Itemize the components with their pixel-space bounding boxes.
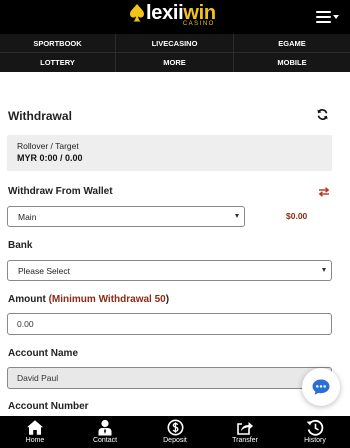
home-icon [27,420,43,435]
refresh-icon[interactable] [316,108,329,121]
nav-item-more[interactable]: MORE [116,53,234,72]
amount-input-value: 0.00 [17,319,34,329]
account-name-label: Account Name [8,348,79,359]
chat-button[interactable] [302,368,340,406]
logo-text-prefix: lexii [146,2,184,24]
spade-logo-icon [130,4,144,22]
nav-item-livecasino[interactable]: LIVECASINO [116,34,234,53]
bottom-nav-home-label: Home [25,437,45,444]
bottom-nav-deposit[interactable]: Deposit [140,416,210,448]
withdrawal-panel: Withdrawal Rollover / Target MYR 0:00 / … [0,72,350,416]
main-nav: SPORTBOOK LIVECASINO EGAME LOTTERY MORE … [0,34,350,72]
bottom-nav: Home Contact Deposit Transfer History [0,416,350,448]
transfer-icon [237,422,253,435]
bottom-nav-contact-label: Contact [92,437,118,444]
deposit-icon [167,419,183,436]
nav-item-egame[interactable]: EGAME [234,34,350,53]
rollover-label: Rollover / Target [17,141,79,151]
contact-icon [98,419,112,436]
rollover-box: Rollover / Target MYR 0:00 / 0.00 [7,135,332,171]
hamburger-menu-button[interactable] [316,10,340,24]
nav-item-lottery[interactable]: LOTTERY [0,53,116,72]
account-name-value: David Paul [17,373,59,383]
swap-arrows-icon[interactable] [318,187,330,197]
amount-label-text: Amount [8,294,46,305]
bottom-nav-history[interactable]: History [280,416,350,448]
bottom-nav-transfer[interactable]: Transfer [210,416,280,448]
nav-item-mobile[interactable]: MOBILE [234,53,350,72]
wallet-balance: $0.00 [286,211,308,221]
page-title: Withdrawal [8,109,72,123]
bank-label: Bank [8,240,33,251]
amount-input[interactable]: 0.00 [7,313,332,335]
wallet-label: Withdraw From Wallet [8,186,113,197]
logo-wordmark: lexiiwin CASINO [146,2,216,27]
bottom-nav-history-label: History [304,437,326,444]
bank-select-value: Please Select [18,265,70,276]
hamburger-menu-icon [316,11,331,23]
dropdown-arrow-icon [235,214,239,218]
bank-select[interactable]: Please Select [7,260,332,281]
account-name-field: David Paul [7,367,332,389]
amount-paren-close: ) [165,294,170,305]
rollover-value: MYR 0:00 / 0.00 [17,153,83,163]
account-number-label: Account Number [8,401,89,412]
top-header: lexiiwin CASINO [0,0,350,34]
caret-down-icon [333,15,339,19]
lexiiwin-logo[interactable]: lexiiwin CASINO [129,3,216,31]
wallet-select[interactable]: Main [7,206,245,227]
nav-item-sportbook[interactable]: SPORTBOOK [0,34,116,53]
bottom-nav-contact[interactable]: Contact [70,416,140,448]
amount-label: Amount (Minimum Withdrawal 50) [8,294,169,305]
history-icon [306,419,324,436]
chat-bubble-icon [312,379,330,395]
bottom-nav-home[interactable]: Home [0,416,70,448]
dropdown-arrow-icon [322,268,326,272]
logo-subtitle: CASINO [182,21,215,27]
bottom-nav-transfer-label: Transfer [232,437,258,444]
minimum-withdrawal-hint: Minimum Withdrawal 50 [51,294,166,305]
wallet-select-value: Main [18,211,37,222]
bottom-nav-deposit-label: Deposit [163,437,187,444]
